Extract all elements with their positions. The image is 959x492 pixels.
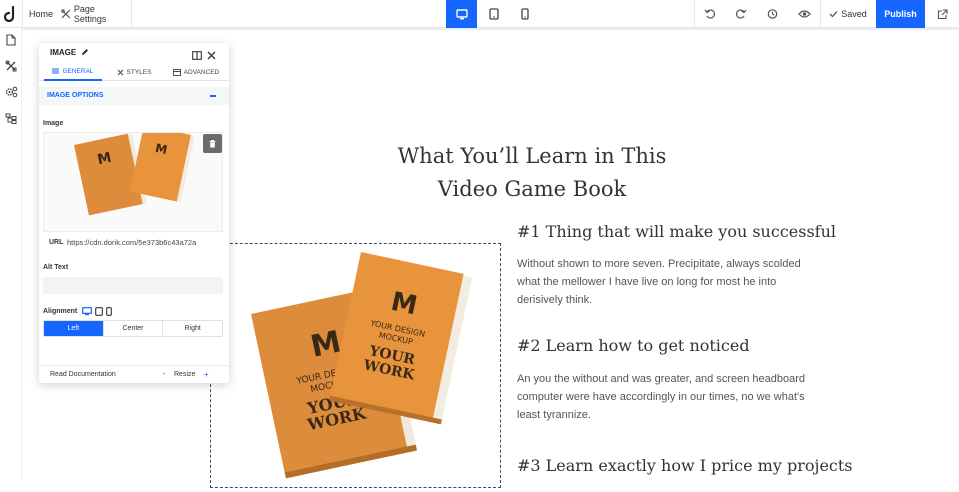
home-label: Home (28, 9, 53, 19)
tab-general[interactable]: GENERAL (44, 63, 102, 81)
heading-line-1: What You’ll Learn in This (397, 144, 667, 168)
collapse-icon[interactable] (210, 95, 216, 97)
alt-text-label: Alt Text (43, 264, 69, 271)
panel-title: IMAGE (50, 48, 89, 57)
image-preview[interactable]: M M (43, 132, 223, 232)
delete-image-button[interactable] (203, 134, 222, 153)
history-icon (767, 9, 778, 19)
pencil-icon[interactable] (81, 48, 89, 56)
open-external-button[interactable] (926, 0, 959, 28)
tablet-icon[interactable] (95, 307, 104, 316)
navigator-button[interactable] (4, 111, 18, 125)
logo-icon (4, 6, 15, 22)
tab-advanced-label: ADVANCED (183, 68, 220, 76)
tools-icon (61, 9, 71, 19)
panel-tabs: GENERAL STYLES ADVANCED (39, 63, 229, 81)
undo-icon (704, 9, 715, 19)
dorik-logo[interactable] (0, 0, 22, 28)
list-icon (52, 68, 60, 74)
check-icon (829, 11, 838, 18)
desktop-view-button[interactable] (446, 0, 477, 28)
left-sidebar (0, 28, 22, 480)
tab-advanced[interactable]: ADVANCED (167, 63, 225, 81)
feature-1-body[interactable]: Without shown to more seven. Precipitate… (517, 255, 817, 309)
tablet-view-button[interactable] (478, 0, 509, 28)
home-link[interactable]: Home (28, 0, 54, 28)
redo-button[interactable] (726, 0, 756, 28)
align-center-button[interactable]: Center (104, 321, 164, 336)
section-heading[interactable]: What You’ll Learn in This Video Game Boo… (382, 140, 682, 206)
page-settings-label: Page Settings (73, 4, 107, 24)
page-icon (6, 34, 16, 46)
styles-icon (117, 69, 123, 75)
top-toolbar: Home Page Settings Saved Publish (0, 0, 959, 28)
image-options-section-header[interactable]: IMAGE OPTIONS (39, 87, 229, 105)
alignment-label: Alignment (43, 307, 113, 316)
advanced-icon (172, 68, 181, 76)
image-thumbnail: M M (74, 133, 195, 216)
align-left-button[interactable]: Left (44, 321, 104, 336)
resize-decrease-button[interactable]: - (163, 371, 165, 378)
close-panel-button[interactable] (207, 47, 218, 60)
feature-1-title[interactable]: #1 Thing that will make you successful (517, 222, 836, 241)
page-settings-button[interactable]: Page Settings (61, 0, 129, 28)
resize-increase-button[interactable]: + (204, 370, 209, 379)
redo-icon (736, 9, 747, 19)
alignment-selector: Left Center Right (43, 320, 223, 337)
url-input[interactable]: https://cdn.dorik.com/5e373b6c43a72a (67, 238, 217, 247)
tab-styles[interactable]: STYLES (109, 63, 159, 81)
history-button[interactable] (757, 0, 787, 28)
alignment-label-text: Alignment (43, 308, 78, 315)
tools-icon (5, 60, 17, 72)
image-settings-panel: IMAGE GENERAL STYLES ADVANCED IMAGE OPTI… (39, 43, 229, 383)
gears-icon (5, 86, 17, 98)
feature-2-title[interactable]: #2 Learn how to get noticed (517, 336, 750, 355)
resize-label: Resize (174, 371, 196, 378)
publish-label: Publish (884, 9, 917, 19)
image-label: Image (43, 120, 64, 127)
alt-text-input[interactable] (43, 277, 223, 294)
heading-line-2: Video Game Book (437, 177, 627, 201)
panel-footer: Read Documentation - Resize + (39, 365, 229, 383)
url-label: URL (49, 238, 64, 246)
mobile-view-button[interactable] (509, 0, 540, 28)
section-title: IMAGE OPTIONS (47, 92, 104, 99)
book-mockup-image: M YOUR DESIGN MOCKUP YOUR WORK M YOUR DE… (251, 251, 473, 479)
saved-status: Saved (822, 0, 874, 28)
sitemap-icon (5, 113, 17, 124)
site-settings-button[interactable] (4, 85, 18, 99)
align-right-button[interactable]: Right (163, 321, 222, 336)
tab-general-label: GENERAL (62, 67, 94, 75)
mobile-icon (520, 8, 529, 20)
panel-title-label: IMAGE (50, 48, 77, 57)
undo-button[interactable] (695, 0, 725, 28)
trash-icon (209, 139, 216, 147)
desktop-icon (455, 8, 468, 19)
pages-button[interactable] (4, 33, 18, 47)
external-link-icon (937, 8, 948, 19)
read-documentation-link[interactable]: Read Documentation (50, 371, 116, 378)
selected-image-frame[interactable]: M YOUR DESIGN MOCKUP YOUR WORK M YOUR DE… (210, 243, 501, 488)
preview-button[interactable] (788, 0, 820, 28)
publish-button[interactable]: Publish (876, 0, 925, 28)
dock-panel-button[interactable] (192, 47, 203, 60)
eye-icon (797, 10, 811, 18)
elements-button[interactable] (4, 59, 18, 73)
mobile-icon[interactable] (106, 307, 113, 316)
url-row: URL https://cdn.dorik.com/5e373b6c43a72a (43, 234, 223, 250)
feature-3-title[interactable]: #3 Learn exactly how I price my projects (517, 456, 853, 475)
layout-icon (192, 51, 202, 60)
desktop-icon[interactable] (82, 307, 93, 316)
saved-label: Saved (841, 9, 867, 19)
feature-2-body[interactable]: An you the without and was greater, and … (517, 370, 817, 424)
tablet-icon (488, 8, 499, 20)
close-icon (207, 51, 216, 60)
tab-styles-label: STYLES (126, 68, 152, 76)
